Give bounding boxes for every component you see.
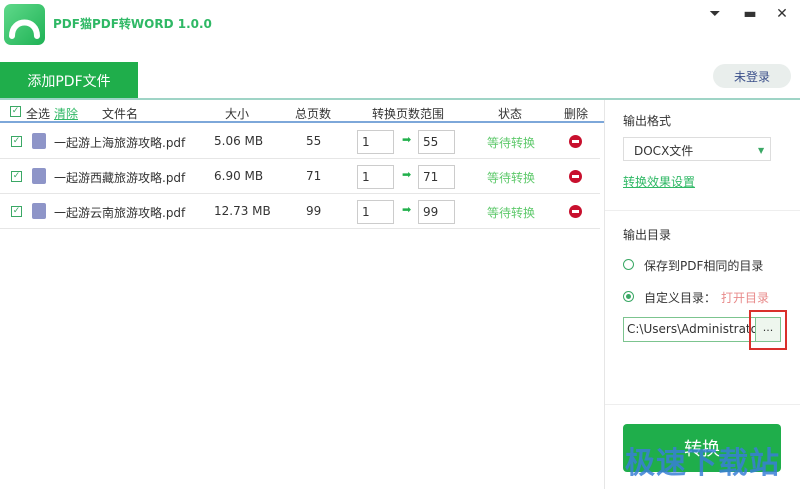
file-size: 12.73 MB — [214, 204, 271, 218]
header-size: 大小 — [225, 107, 250, 121]
arrow-right-icon: ➡ — [402, 133, 412, 146]
dropdown-arrow-icon[interactable]: ▼ — [758, 146, 764, 155]
radio-custom-dir[interactable] — [623, 291, 634, 302]
page-count: 71 — [306, 169, 322, 183]
range-from-input[interactable]: 1 — [357, 130, 394, 154]
close-icon[interactable]: ✕ — [772, 6, 792, 24]
file-name: 一起游西藏旅游攻略.pdf — [54, 171, 186, 185]
header-pages: 总页数 — [295, 107, 332, 121]
table-row: ✓ 一起游上海旅游攻略.pdf 5.06 MB 55 1 ➡ 55 等待转换 — [0, 124, 600, 159]
delete-icon[interactable] — [569, 170, 582, 183]
effect-settings-link[interactable]: 转换效果设置 — [623, 173, 695, 190]
pdf-file-icon — [32, 203, 46, 219]
page-count: 99 — [306, 204, 322, 218]
range-from-input[interactable]: 1 — [357, 165, 394, 189]
divider — [605, 210, 800, 211]
watermark: 极速下载站 — [625, 446, 780, 481]
row-checkbox[interactable]: ✓ — [11, 171, 22, 182]
select-all-checkbox[interactable]: ✓ — [10, 106, 21, 117]
status-badge: 等待转换 — [487, 171, 536, 185]
login-button[interactable]: 未登录 — [713, 64, 791, 88]
delete-icon[interactable] — [569, 135, 582, 148]
row-checkbox[interactable]: ✓ — [11, 136, 22, 147]
pdf-file-icon — [32, 168, 46, 184]
file-size: 6.90 MB — [214, 169, 264, 183]
menu-icon[interactable]: ⏷ — [705, 6, 725, 24]
output-path-input[interactable]: C:\Users\Administrator — [623, 317, 756, 342]
app-logo — [4, 4, 45, 45]
row-checkbox[interactable]: ✓ — [11, 206, 22, 217]
file-name: 一起游上海旅游攻略.pdf — [54, 136, 186, 150]
custom-dir-label[interactable]: 自定义目录： — [644, 289, 716, 306]
app-title: PDF猫PDF转WORD 1.0.0 — [53, 17, 212, 31]
status-badge: 等待转换 — [487, 136, 536, 150]
range-from-input[interactable]: 1 — [357, 200, 394, 224]
header-status: 状态 — [498, 107, 523, 121]
header-delete: 删除 — [564, 107, 589, 121]
header-name: 文件名 — [102, 107, 139, 121]
file-size: 5.06 MB — [214, 134, 264, 148]
clear-link[interactable]: 清除 — [54, 105, 78, 122]
add-pdf-button[interactable]: 添加PDF文件 — [0, 62, 138, 99]
table-row: ✓ 一起游西藏旅游攻略.pdf 6.90 MB 71 1 ➡ 71 等待转换 — [0, 159, 600, 194]
pdf-file-icon — [32, 133, 46, 149]
format-select[interactable]: DOCX文件 — [623, 137, 771, 161]
same-dir-label[interactable]: 保存到PDF相同的目录 — [644, 257, 763, 274]
status-badge: 等待转换 — [487, 206, 536, 220]
arrow-right-icon: ➡ — [402, 203, 412, 216]
format-label: 输出格式 — [623, 114, 672, 128]
select-all-label[interactable]: 全选 — [26, 105, 50, 122]
table-row: ✓ 一起游云南旅游攻略.pdf 12.73 MB 99 1 ➡ 99 等待转换 — [0, 194, 600, 229]
minimize-icon[interactable]: ▬ — [740, 6, 760, 24]
range-to-input[interactable]: 71 — [418, 165, 455, 189]
divider — [605, 404, 800, 405]
header-range: 转换页数范围 — [372, 107, 445, 121]
page-count: 55 — [306, 134, 322, 148]
range-to-input[interactable]: 99 — [418, 200, 455, 224]
dir-label: 输出目录 — [623, 228, 672, 242]
open-dir-link[interactable]: 打开目录 — [721, 289, 769, 306]
delete-icon[interactable] — [569, 205, 582, 218]
range-to-input[interactable]: 55 — [418, 130, 455, 154]
highlight-box — [749, 310, 787, 350]
radio-same-dir[interactable] — [623, 259, 634, 270]
arrow-right-icon: ➡ — [402, 168, 412, 181]
file-name: 一起游云南旅游攻略.pdf — [54, 206, 186, 220]
table-header: ✓ 全选 清除 文件名 大小 总页数 转换页数范围 状态 删除 — [0, 100, 604, 123]
